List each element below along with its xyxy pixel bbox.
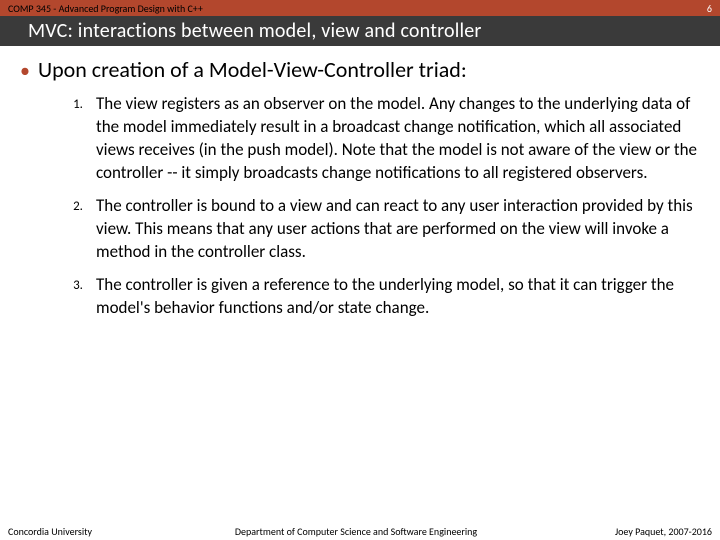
bullet-icon: • [20, 61, 30, 81]
top-strip: COMP 345 - Advanced Program Design with … [0, 0, 720, 16]
course-title: COMP 345 - Advanced Program Design with … [8, 2, 203, 15]
slide-title: MVC: interactions between model, view an… [28, 19, 482, 43]
item-number: 1. [60, 93, 96, 185]
list-item: 3. The controller is given a reference t… [60, 274, 700, 320]
lead-bullet-text: Upon creation of a Model-View-Controller… [38, 56, 467, 83]
footer-right: Joey Paquet, 2007-2016 [532, 525, 712, 538]
footer-left: Concordia University [0, 525, 180, 538]
item-text: The controller is given a reference to t… [96, 274, 700, 320]
list-item: 1. The view registers as an observer on … [60, 93, 700, 185]
slide-body: • Upon creation of a Model-View-Controll… [20, 56, 700, 329]
item-number: 3. [60, 274, 96, 320]
title-bar: MVC: interactions between model, view an… [0, 16, 720, 46]
slide: COMP 345 - Advanced Program Design with … [0, 0, 720, 540]
list-item: 2. The controller is bound to a view and… [60, 195, 700, 264]
item-text: The view registers as an observer on the… [96, 93, 700, 185]
lead-bullet: • Upon creation of a Model-View-Controll… [20, 56, 700, 83]
footer-center: Department of Computer Science and Softw… [180, 525, 532, 538]
page-number: 6 [707, 2, 712, 15]
ordered-list: 1. The view registers as an observer on … [60, 93, 700, 319]
item-text: The controller is bound to a view and ca… [96, 195, 700, 264]
item-number: 2. [60, 195, 96, 264]
footer: Concordia University Department of Compu… [0, 522, 720, 540]
